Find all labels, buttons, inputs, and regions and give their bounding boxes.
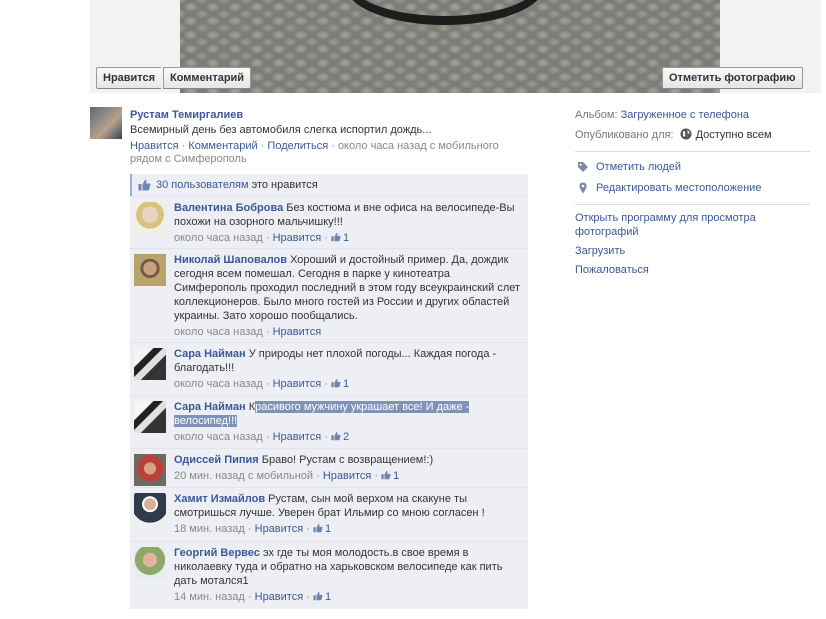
comment-author-link[interactable]: Валентина Боброва <box>174 202 283 214</box>
comment-likes-count[interactable]: 2 <box>331 431 349 443</box>
comment: Георгий Вервес эх где ты моя молодость.в… <box>130 541 528 609</box>
comment-like-link[interactable]: Нравится <box>273 232 322 244</box>
likes-number: 1 <box>342 378 350 390</box>
bicycle-wheel <box>345 0 545 25</box>
author-avatar[interactable] <box>90 107 122 139</box>
comment-time: около часа назад <box>174 378 263 390</box>
open-viewer-link[interactable]: Открыть программу для просмотра фотограф… <box>575 211 775 239</box>
comment-likes-count[interactable]: 1 <box>313 591 331 603</box>
likes-number: 2 <box>342 431 350 443</box>
photo-sidebar: Альбом: Загруженное с телефона Опубликов… <box>575 106 810 277</box>
album-row: Альбом: Загруженное с телефона <box>575 106 810 124</box>
comment-time: 14 мин. назад <box>174 591 245 603</box>
comment-time: 18 мин. назад <box>174 523 245 535</box>
divider <box>575 151 810 152</box>
comment-like-link[interactable]: Нравится <box>255 523 304 535</box>
comment: Сара Найман Красивого мужчину украшает в… <box>130 395 528 448</box>
separator: · <box>257 140 268 152</box>
tag-photo-button[interactable]: Отметить фотографию <box>662 67 803 89</box>
post-body: Рустам Темиргалиев Всемирный день без ав… <box>130 107 530 166</box>
comment-author-link[interactable]: Хамит Измайлов <box>174 493 265 505</box>
tag-people-row[interactable]: Отметить людей <box>575 158 810 176</box>
post-comment-link[interactable]: Комментарий <box>188 140 257 152</box>
photo-like-button[interactable]: Нравится <box>96 67 162 89</box>
likes-count-link[interactable]: 30 пользователям <box>156 179 249 191</box>
commenter-avatar[interactable] <box>134 493 166 525</box>
comment-likes-count[interactable]: 1 <box>331 378 349 390</box>
likes-suffix: это нравится <box>248 179 318 191</box>
commenter-avatar[interactable] <box>134 547 166 579</box>
comment-author-link[interactable]: Одиссей Пипия <box>174 454 259 466</box>
comment-time: около часа назад <box>174 326 263 338</box>
comment: Сара Найман У природы нет плохой погоды.… <box>130 342 528 395</box>
comment-author-link[interactable]: Сара Найман <box>174 348 246 360</box>
divider <box>575 204 810 205</box>
post-like-link[interactable]: Нравится <box>130 140 179 152</box>
comment-like-link[interactable]: Нравится <box>255 591 304 603</box>
comment-text: Браво! Рустам с возвращением!:) <box>261 454 434 466</box>
thumbs-up-icon <box>331 233 341 242</box>
thumbs-up-icon <box>313 524 323 533</box>
likes-number: 1 <box>324 523 332 535</box>
photo[interactable] <box>180 0 720 93</box>
comment-likes-count[interactable]: 1 <box>331 232 349 244</box>
album-link[interactable]: Загруженное с телефона <box>621 109 749 121</box>
post-share-link[interactable]: Поделиться <box>267 140 328 152</box>
thumbs-up-icon <box>138 179 151 191</box>
thumbs-up-icon <box>313 592 323 601</box>
comment-likes-count[interactable]: 1 <box>381 470 399 482</box>
comment-time: около часа назад <box>174 232 263 244</box>
globe-icon[interactable] <box>680 128 692 140</box>
comment: Хамит Измайлов Рустам, сын мой верхом на… <box>130 487 528 541</box>
edit-location-row[interactable]: Редактировать местоположение <box>575 179 810 197</box>
likes-summary: 30 пользователям это нравится <box>130 174 528 196</box>
comment-author-link[interactable]: Сара Найман <box>174 401 246 413</box>
upload-link[interactable]: Загрузить <box>575 244 810 258</box>
album-label: Альбом: <box>575 109 618 121</box>
comment: Валентина Боброва Без костюма и вне офис… <box>130 196 528 248</box>
commenter-avatar[interactable] <box>134 348 166 380</box>
post-author-link[interactable]: Рустам Темиргалиев <box>130 108 530 122</box>
comment-author-link[interactable]: Николай Шаповалов <box>174 254 287 266</box>
post-text: Всемирный день без автомобиля слегка исп… <box>130 124 432 136</box>
thumbs-up-icon <box>331 379 341 388</box>
likes-number: 1 <box>342 232 350 244</box>
comment-author-link[interactable]: Георгий Вервес <box>174 547 260 559</box>
thumbs-up-icon <box>381 471 391 480</box>
comments-list: Валентина Боброва Без костюма и вне офис… <box>130 196 528 609</box>
likes-number: 1 <box>393 470 400 482</box>
likes-number: 1 <box>324 591 332 603</box>
tag-people-link[interactable]: Отметить людей <box>596 161 681 173</box>
commenter-avatar[interactable] <box>134 401 166 433</box>
comment-like-link[interactable]: Нравится <box>273 326 322 338</box>
separator: · <box>178 140 189 152</box>
published-row: Опубликовано для: Доступно всем <box>575 126 810 144</box>
photo-comment-button[interactable]: Комментарий <box>163 67 252 89</box>
comment-time: около часа назад <box>174 431 263 443</box>
thumbs-up-icon <box>331 432 341 441</box>
separator: · <box>328 140 338 152</box>
commenter-avatar[interactable] <box>134 254 166 286</box>
comment-like-link[interactable]: Нравится <box>273 378 322 390</box>
location-pin-icon <box>579 182 587 194</box>
comment-time: 20 мин. назад с мобильной <box>174 470 314 482</box>
comment: Одиссей Пипия Браво! Рустам с возвращени… <box>130 448 528 487</box>
comment: Николай Шаповалов Хороший и достойный пр… <box>130 248 528 342</box>
edit-location-link[interactable]: Редактировать местоположение <box>596 182 761 194</box>
comment-like-link[interactable]: Нравится <box>323 470 372 482</box>
report-link[interactable]: Пожаловаться <box>575 263 810 277</box>
commenter-avatar[interactable] <box>134 202 166 234</box>
published-label: Опубликовано для: <box>575 129 674 141</box>
comment-likes-count[interactable]: 1 <box>313 523 331 535</box>
tag-icon <box>578 162 588 172</box>
published-value[interactable]: Доступно всем <box>696 129 772 141</box>
post-meta: Нравится · Комментарий · Поделиться · ок… <box>130 140 510 166</box>
commenter-avatar[interactable] <box>134 454 166 486</box>
comment-like-link[interactable]: Нравится <box>273 431 322 443</box>
